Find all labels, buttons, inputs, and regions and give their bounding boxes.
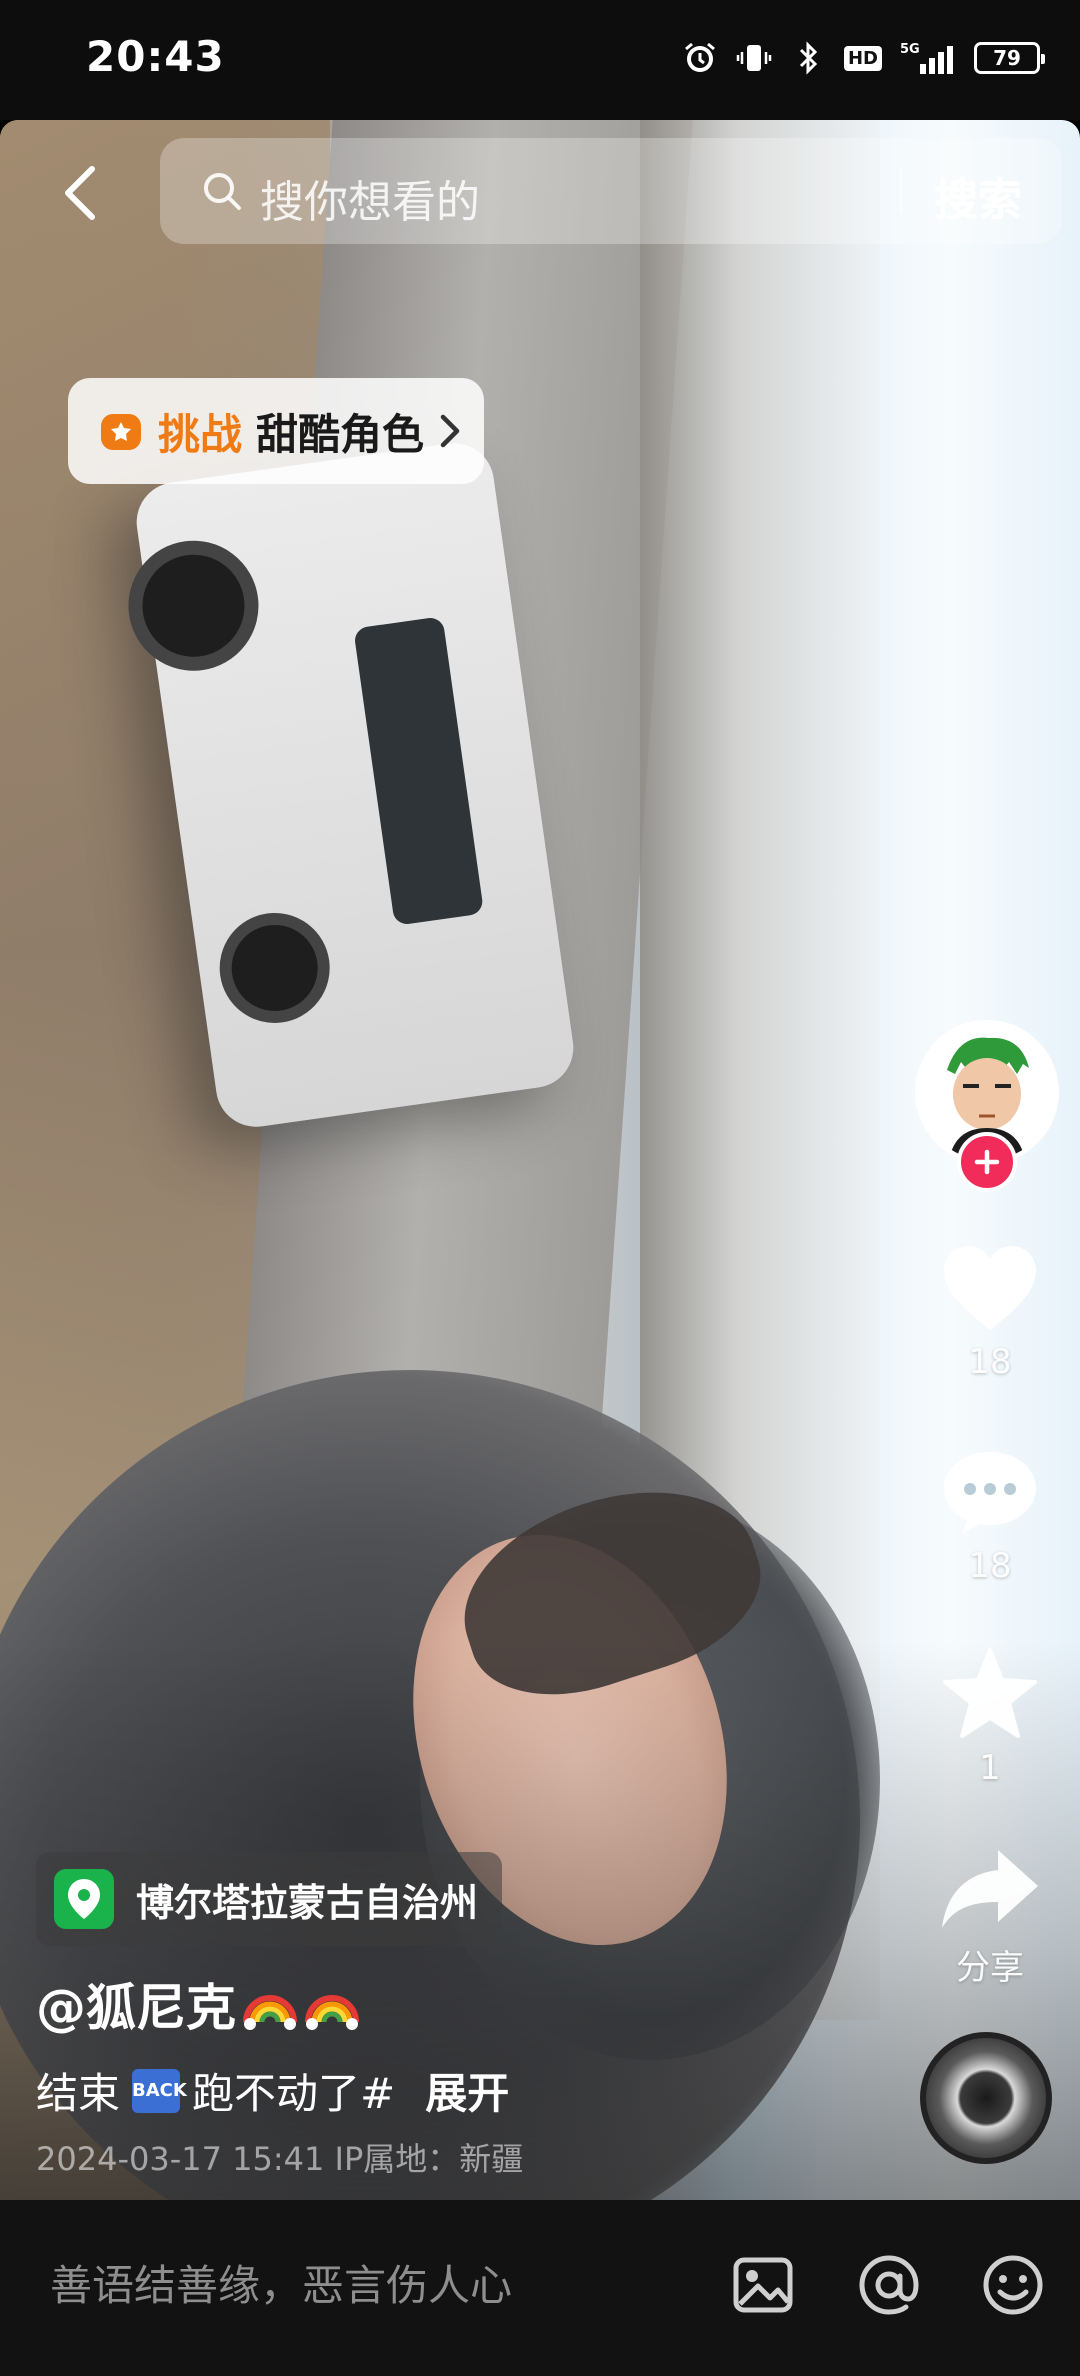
star-icon (943, 1648, 1037, 1738)
search-divider (900, 168, 902, 214)
share-button[interactable]: 分享 (930, 1846, 1050, 1989)
image-icon[interactable] (730, 2252, 796, 2318)
search-input[interactable]: 搜你想看的 (260, 166, 480, 230)
chevron-right-icon (440, 414, 460, 448)
location-tag[interactable]: 博尔塔拉蒙古自治州 (36, 1852, 503, 1946)
location-pin-icon (54, 1869, 114, 1929)
status-time: 20:43 (86, 32, 225, 81)
challenge-tag: 挑战 (158, 409, 243, 459)
alarm-icon (682, 38, 718, 78)
music-disc[interactable] (920, 2032, 1052, 2164)
status-icons: HD 5G 79 (682, 36, 1045, 80)
svg-text:5G: 5G (900, 42, 920, 57)
comment-button[interactable]: 18 (930, 1446, 1050, 1586)
comment-bar: 善语结善缘，恶言伤人心 (0, 2200, 1080, 2376)
favorite-button[interactable]: 1 (930, 1646, 1050, 1788)
expand-button[interactable]: 展开 (425, 2060, 509, 2121)
vibrate-icon (736, 38, 772, 78)
follow-button[interactable] (957, 1132, 1017, 1192)
emoji-icon[interactable] (980, 2252, 1046, 2318)
battery-icon: 79 (974, 42, 1045, 74)
description-text-before: 结束 (36, 2069, 121, 2118)
rainbow-emoji-icon (305, 1995, 359, 2030)
like-button[interactable]: 18 (930, 1242, 1050, 1382)
heart-icon (944, 1246, 1036, 1330)
comment-count: 18 (968, 1546, 1012, 1586)
rainbow-emoji-icon (243, 1995, 297, 2030)
share-label: 分享 (956, 1948, 1024, 1988)
like-count: 18 (968, 1342, 1012, 1382)
signal-icon: 5G (900, 38, 956, 78)
search-bar[interactable]: 搜你想看的 搜索 (160, 138, 1062, 244)
car-window (353, 616, 485, 926)
battery-level: 79 (993, 46, 1021, 70)
bluetooth-icon (790, 38, 826, 78)
comment-icon (944, 1452, 1036, 1534)
back-arrow-emoji-icon: BACK (132, 2068, 187, 2113)
chevron-left-icon (65, 166, 95, 220)
post-meta: 2024-03-17 15:41 IP属地：新疆 (36, 2140, 524, 2178)
location-name: 博尔塔拉蒙古自治州 (136, 1880, 479, 1925)
car-wheel (212, 905, 337, 1031)
comment-input[interactable]: 善语结善缘，恶言伤人心 (50, 2252, 512, 2313)
challenge-name: 甜酷角色 (256, 409, 425, 459)
author-name-row[interactable]: @狐尼克 (36, 1968, 360, 2040)
favorite-count: 1 (979, 1748, 1001, 1788)
search-icon (204, 173, 241, 210)
search-button[interactable]: 搜索 (934, 164, 1022, 228)
challenge-icon (101, 414, 141, 450)
mention-icon[interactable] (856, 2252, 922, 2318)
challenge-banner[interactable]: 挑战 甜酷角色 (68, 378, 485, 484)
hd-icon: HD (843, 45, 882, 71)
back-button[interactable] (52, 165, 108, 221)
description-text-after: 跑不动了# (192, 2069, 396, 2118)
share-arrow-icon (942, 1850, 1038, 1928)
status-bar: 20:43 HD 5G 79 (0, 0, 1080, 120)
post-description: 结束 BACK 跑不动了# 展开 (36, 2060, 509, 2121)
author-name[interactable]: @狐尼克 (36, 1968, 236, 2040)
plus-icon (974, 1149, 1000, 1175)
